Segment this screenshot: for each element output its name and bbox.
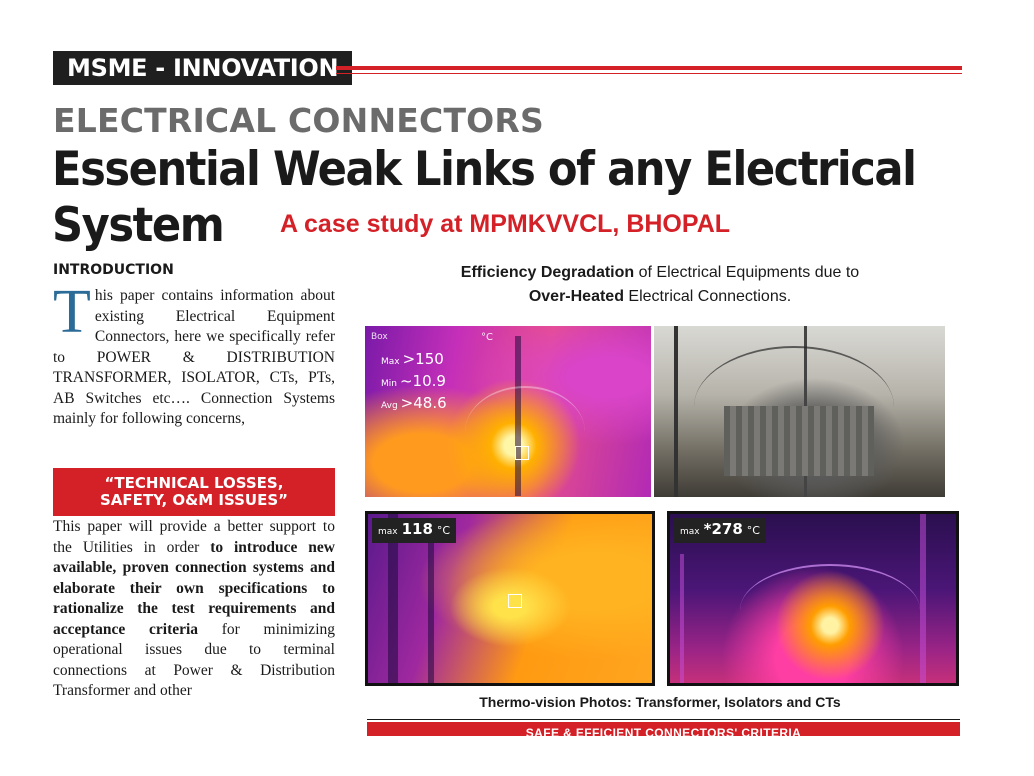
stat-avg: Avg >48.6: [381, 394, 447, 416]
max-label: max: [378, 527, 398, 537]
stat-min-label: Min: [381, 379, 397, 389]
caption-bold-1: Efficiency Degradation: [460, 264, 635, 281]
thermal-wire: [465, 386, 585, 478]
stat-max-value: >150: [402, 350, 444, 368]
thermal-image-isolator: max 118 °C: [365, 511, 655, 686]
thermal-stats: Max >150 Min ~10.9 Avg >48.6: [381, 350, 447, 416]
thermal-wire: [740, 564, 920, 656]
thermal-box-label: Box: [371, 332, 388, 342]
max-unit: °C: [746, 524, 760, 537]
article-kicker: ELECTRICAL CONNECTORS: [53, 101, 545, 140]
stat-max: Max >150: [381, 350, 447, 372]
max-value: *278: [703, 520, 743, 538]
max-value: 118: [401, 520, 433, 538]
max-label: max: [680, 527, 700, 537]
stat-avg-label: Avg: [381, 401, 398, 411]
callout-text: “TECHNICAL LOSSES, SAFETY, O&M ISSUES”: [99, 474, 289, 509]
callout-box: “TECHNICAL LOSSES, SAFETY, O&M ISSUES”: [53, 468, 335, 516]
figure-caption-top: Efficiency Degradation of Electrical Equ…: [360, 261, 960, 309]
caption-bold-2: Over-Heated: [528, 288, 624, 305]
thermal-image-ct: max *278 °C: [667, 511, 959, 686]
caption-text-2: Electrical Connections.: [623, 288, 792, 305]
article-subtitle: A case study at MPMKVVCL, BHOPAL: [279, 210, 731, 238]
section-tag: MSME - INNOVATION: [53, 51, 353, 85]
stat-min-value: ~10.9: [399, 372, 446, 390]
thermal-structure: [920, 514, 926, 683]
next-section-banner: SAFE & EFFICIENT CONNECTORS' CRITERIA: [367, 722, 960, 736]
crosshair-icon: [508, 594, 522, 608]
section-rule: [336, 66, 962, 70]
max-unit: °C: [436, 524, 451, 537]
thermal-image-box-stats: Box °C Max >150 Min ~10.9 Avg >48.6: [365, 326, 651, 497]
drop-cap: T: [53, 278, 91, 346]
section-divider: [367, 719, 960, 720]
thermal-structure: [680, 554, 684, 683]
caption-text-1: of Electrical Equipments due to: [634, 264, 860, 281]
section-rule-thin: [336, 73, 962, 74]
thermal-max-readout: max *278 °C: [674, 518, 766, 543]
stat-avg-value: >48.6: [400, 394, 447, 412]
crosshair-icon: [515, 446, 529, 460]
intro-text: his paper contains information about exi…: [53, 287, 335, 427]
thermal-unit-label: °C: [481, 332, 493, 343]
pole: [674, 326, 678, 497]
stat-min: Min ~10.9: [381, 372, 447, 394]
body-paragraph: This paper will provide a better support…: [53, 517, 335, 725]
figure-caption-bottom: Thermo-vision Photos: Transformer, Isola…: [479, 694, 841, 710]
intro-paragraph: This paper contains information about ex…: [53, 278, 335, 430]
thermal-max-readout: max 118 °C: [372, 518, 457, 543]
transformer-photo: [654, 326, 945, 497]
transformer-radiator: [724, 406, 874, 476]
thermal-structure: [428, 534, 434, 683]
intro-heading: INTRODUCTION: [53, 262, 174, 278]
stat-max-label: Max: [381, 357, 400, 367]
